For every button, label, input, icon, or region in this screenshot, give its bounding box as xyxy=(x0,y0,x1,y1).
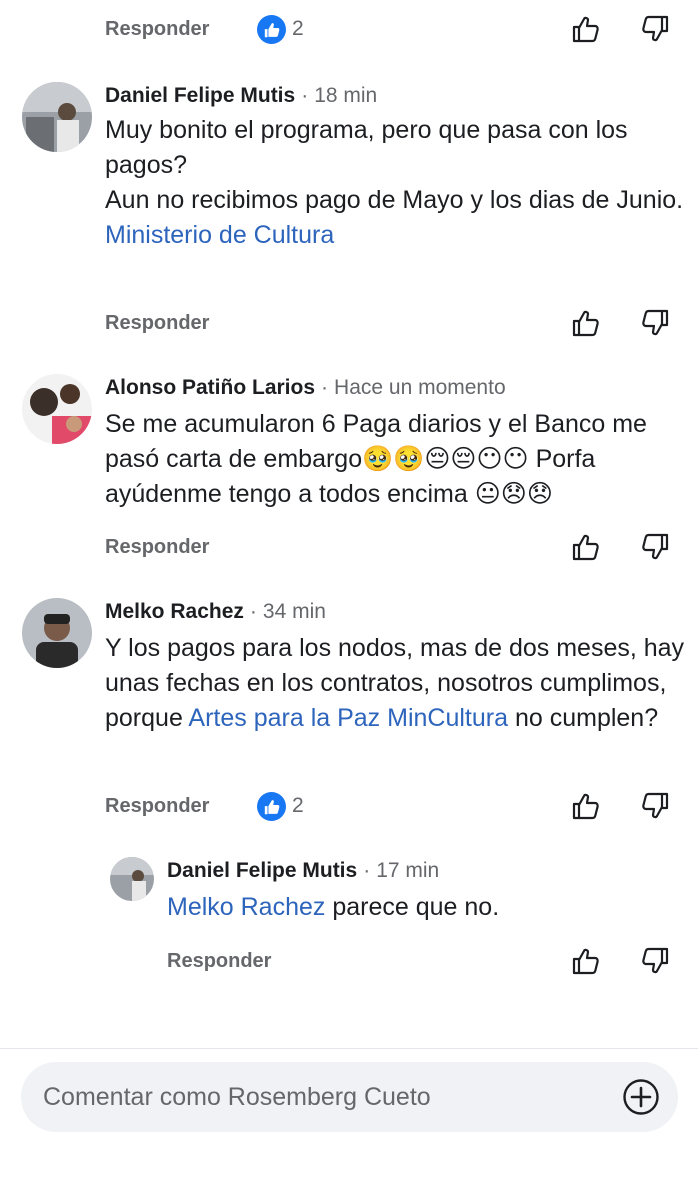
timestamp: Hace un momento xyxy=(334,376,506,399)
author-name[interactable]: Daniel Felipe Mutis xyxy=(167,859,357,882)
like-count[interactable]: 2 xyxy=(292,9,304,49)
comment-text-line: Muy bonito el programa, pero que pasa co… xyxy=(105,116,628,179)
comment-text: Muy bonito el programa, pero que pasa co… xyxy=(105,113,690,253)
comment-text: Melko Rachez parece que no. xyxy=(167,890,687,925)
comment-text: Y los pagos para los nodos, mas de dos m… xyxy=(105,631,690,736)
avatar[interactable] xyxy=(110,857,154,901)
thumb-down-icon[interactable] xyxy=(640,791,670,821)
thumb-up-icon[interactable] xyxy=(571,791,601,821)
comment-action-row: Responder 2 xyxy=(0,786,698,826)
thumb-down-icon[interactable] xyxy=(640,532,670,562)
comment-header: Daniel Felipe Mutis · 18 min xyxy=(105,82,377,110)
reply-button[interactable]: Responder xyxy=(105,786,209,826)
separator-dot: · xyxy=(321,376,329,399)
separator-dot: · xyxy=(249,600,257,623)
thumb-up-icon[interactable] xyxy=(571,14,601,44)
like-reaction-icon xyxy=(257,15,286,44)
emoji-group: 🥹🥹😔😔😶😶 xyxy=(362,445,529,473)
avatar[interactable] xyxy=(22,82,92,152)
add-plus-icon[interactable] xyxy=(622,1078,660,1116)
like-count[interactable]: 2 xyxy=(292,786,304,826)
thumb-down-icon[interactable] xyxy=(640,14,670,44)
comment-input-placeholder: Comentar como Rosemberg Cueto xyxy=(43,1083,431,1111)
like-reaction-icon xyxy=(257,792,286,821)
timestamp: 18 min xyxy=(314,84,378,107)
author-name[interactable]: Daniel Felipe Mutis xyxy=(105,84,295,107)
reply-button[interactable]: Responder xyxy=(167,941,271,981)
comment-text-line: no cumplen? xyxy=(508,704,659,732)
comment-composer-bar: Comentar como Rosemberg Cueto xyxy=(0,1048,698,1200)
comment-action-row: Responder xyxy=(0,941,698,981)
comment-text-line: Aun no recibimos pago de Mayo y los dias… xyxy=(105,186,684,214)
mention-link[interactable]: Melko Rachez xyxy=(167,893,325,921)
thumb-up-icon[interactable] xyxy=(571,308,601,338)
thumb-up-icon[interactable] xyxy=(571,946,601,976)
comment-header: Alonso Patiño Larios · Hace un momento xyxy=(105,374,506,402)
reply-button[interactable]: Responder xyxy=(105,303,209,343)
reply-button[interactable]: Responder xyxy=(105,9,209,49)
timestamp: 17 min xyxy=(376,859,440,882)
timestamp: 34 min xyxy=(262,600,326,623)
author-name[interactable]: Melko Rachez xyxy=(105,600,244,623)
author-name[interactable]: Alonso Patiño Larios xyxy=(105,376,315,399)
comment-input[interactable]: Comentar como Rosemberg Cueto xyxy=(21,1062,678,1132)
comment-text-line: parece que no. xyxy=(325,893,500,921)
reply-button[interactable]: Responder xyxy=(105,527,209,567)
emoji-group: 😐😞😞 xyxy=(474,480,553,508)
separator-dot: · xyxy=(301,84,309,107)
top-action-row: Responder 2 xyxy=(0,9,698,49)
comment-text: Se me acumularon 6 Paga diarios y el Ban… xyxy=(105,407,690,512)
thumb-up-icon[interactable] xyxy=(571,532,601,562)
comment-header: Daniel Felipe Mutis · 17 min xyxy=(167,857,439,885)
thumb-down-icon[interactable] xyxy=(640,308,670,338)
separator-dot: · xyxy=(363,859,371,882)
comment-header: Melko Rachez · 34 min xyxy=(105,598,326,626)
mention-link[interactable]: Ministerio de Cultura xyxy=(105,221,334,249)
avatar[interactable] xyxy=(22,598,92,668)
comment-action-row: Responder xyxy=(0,303,698,343)
avatar[interactable] xyxy=(22,374,92,444)
mention-link[interactable]: Artes para la Paz MinCultura xyxy=(188,704,508,732)
thumb-down-icon[interactable] xyxy=(640,946,670,976)
comment-action-row: Responder xyxy=(0,527,698,567)
